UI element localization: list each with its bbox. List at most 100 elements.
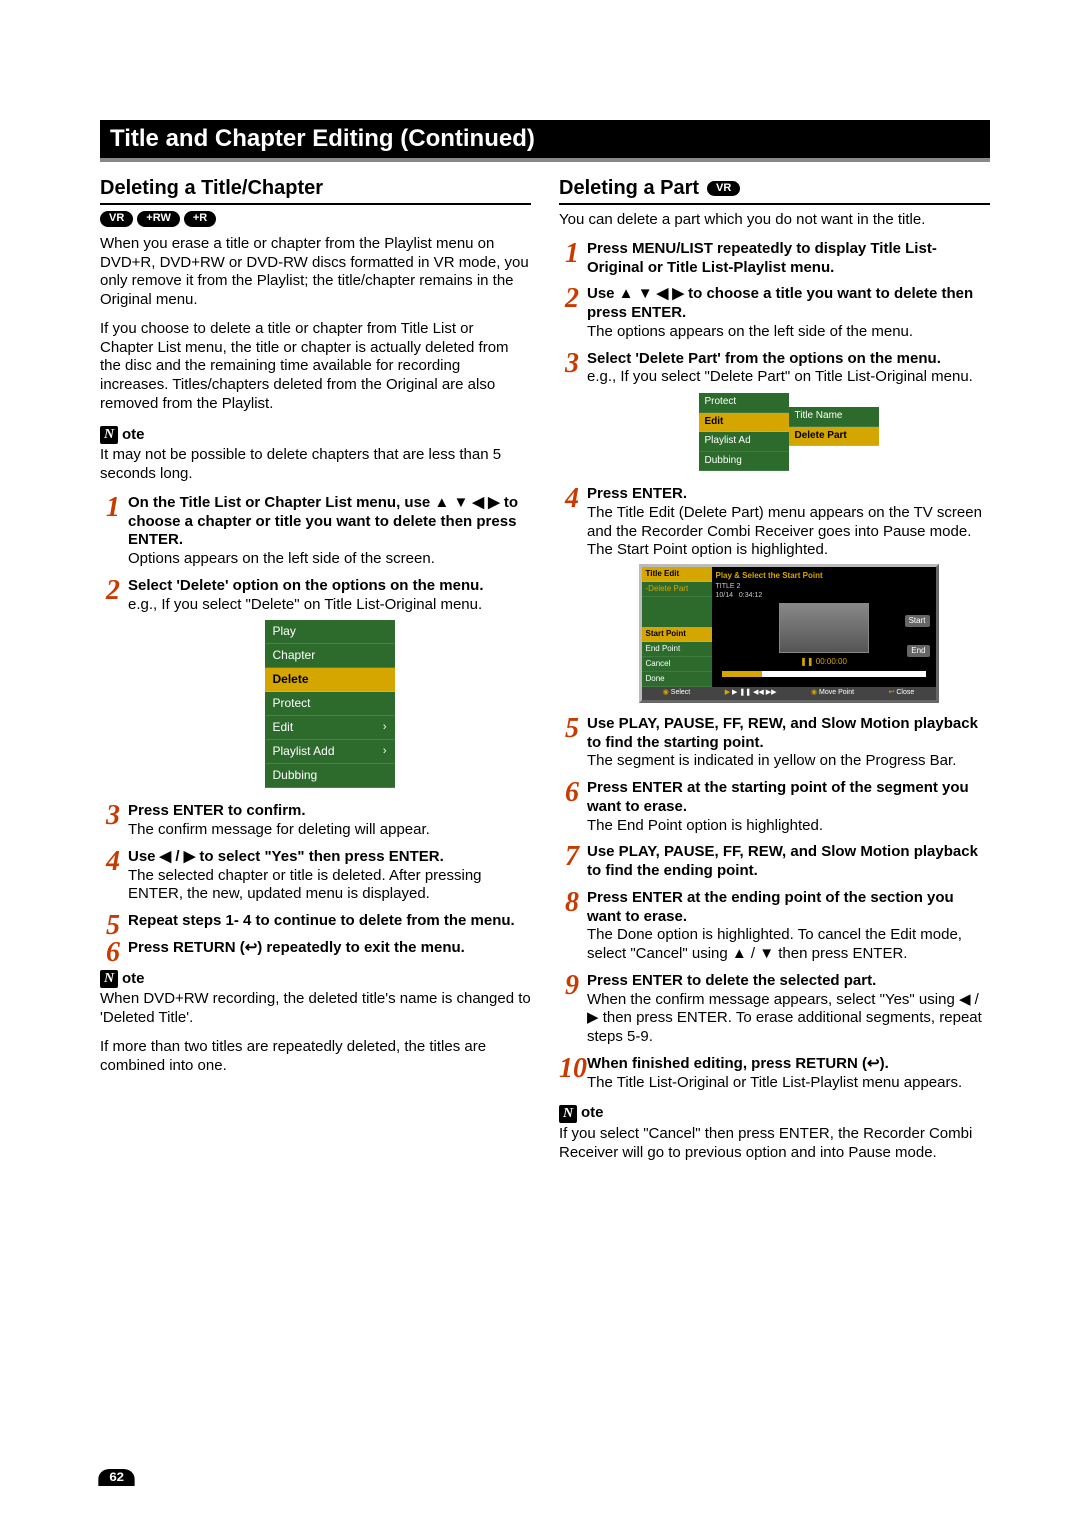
menu-item-chapter: Chapter: [265, 644, 395, 668]
note-label: ote: [581, 1104, 604, 1123]
pill-plusr: +R: [184, 211, 216, 227]
tv-thumbnail: [779, 603, 869, 653]
step-lead: Use PLAY, PAUSE, FF, REW, and Slow Motio…: [587, 843, 978, 879]
step-6: Press RETURN (↩) repeatedly to exit the …: [100, 939, 531, 958]
step-lead: Use ▲ ▼ ◀ ▶ to choose a title you want t…: [587, 285, 973, 321]
tv-date: 10/14: [716, 592, 734, 599]
step-lead: Press ENTER to confirm.: [128, 802, 306, 819]
step-lead: Use PLAY, PAUSE, FF, REW, and Slow Motio…: [587, 715, 978, 751]
step-body: e.g., If you select "Delete Part" on Tit…: [587, 368, 990, 387]
step-lead: Use ◀ / ▶ to select "Yes" then press ENT…: [128, 848, 444, 865]
step-body: When the confirm message appears, select…: [587, 991, 990, 1047]
section-heading-left: Deleting a Title/Chapter: [100, 176, 531, 205]
tv-end-label: End: [907, 645, 929, 657]
step-body: The Title Edit (Delete Part) menu appear…: [587, 504, 990, 560]
mini-menu-left: Protect Edit Playlist Ad Dubbing: [699, 393, 789, 471]
option-menu-graphic: Play Chapter Delete Protect Edit › Playl…: [265, 620, 395, 788]
step-r3: Select 'Delete Part' from the options on…: [559, 350, 990, 472]
step-lead: Press ENTER at the ending point of the s…: [587, 889, 954, 925]
tv-foot-close: Close: [889, 689, 915, 698]
intro-right: You can delete a part which you do not w…: [559, 211, 990, 230]
tv-foot-move: Move Point: [811, 689, 854, 698]
step-lead: Press ENTER to delete the selected part.: [587, 972, 876, 989]
menu-item-playlist-add: Playlist Add ›: [265, 740, 395, 764]
step-body: Options appears on the left side of the …: [128, 550, 531, 569]
step-3: Press ENTER to confirm. The confirm mess…: [100, 802, 531, 840]
tv-progress-bar: [722, 671, 926, 677]
note-heading-right: Note: [559, 1104, 990, 1123]
page-title: Title and Chapter Editing (Continued): [100, 120, 990, 162]
tv-side-sub: -Delete Part: [642, 582, 712, 597]
step-5: Repeat steps 1- 4 to continue to delete …: [100, 912, 531, 931]
tv-endpoint: End Point: [642, 642, 712, 657]
pill-vr: VR: [707, 181, 740, 197]
step-r6: Press ENTER at the starting point of the…: [559, 779, 990, 835]
mini-menu-right: Title Name Delete Part: [789, 407, 879, 471]
menu-item-playlistadd-label: Playlist Add: [273, 744, 335, 759]
note-icon: N: [559, 1105, 577, 1123]
steps-left: On the Title List or Chapter List menu, …: [100, 494, 531, 958]
chevron-right-icon: ›: [383, 721, 387, 735]
right-column: Deleting a Part VR You can delete a part…: [559, 176, 990, 1173]
tv-body: Title Edit -Delete Part Start Point End …: [642, 567, 936, 687]
menu-item-play: Play: [265, 620, 395, 644]
tv-done: Done: [642, 672, 712, 687]
step-lead: Press ENTER.: [587, 485, 687, 502]
section-heading-right: Deleting a Part VR: [559, 176, 990, 205]
step-lead: On the Title List or Chapter List menu, …: [128, 494, 518, 549]
note-heading-1: Note: [100, 426, 531, 445]
note-text-2a: When DVD+RW recording, the deleted title…: [100, 990, 531, 1028]
step-body: The Title List-Original or Title List-Pl…: [587, 1074, 990, 1093]
step-body: The Done option is highlighted. To cance…: [587, 926, 990, 964]
tv-cancel: Cancel: [642, 657, 712, 672]
menu-item-protect: Protect: [265, 692, 395, 716]
tv-foot-play: ▶ ❚❚ ◀◀ ▶▶: [725, 689, 777, 698]
step-r4: Press ENTER. The Title Edit (Delete Part…: [559, 485, 990, 703]
pill-plusrw: +RW: [137, 211, 180, 227]
tv-title2: TITLE 2: [716, 583, 741, 590]
tv-screen-graphic: Title Edit -Delete Part Start Point End …: [639, 564, 939, 703]
note-icon: N: [100, 426, 118, 444]
intro-paragraph-2: If you choose to delete a title or chapt…: [100, 320, 531, 414]
note-label: ote: [122, 426, 145, 445]
step-4: Use ◀ / ▶ to select "Yes" then press ENT…: [100, 848, 531, 904]
step-body: The options appears on the left side of …: [587, 323, 990, 342]
step-r8: Press ENTER at the ending point of the s…: [559, 889, 990, 964]
tv-main-top: Play & Select the Start Point: [716, 571, 932, 581]
menu-item-edit-label: Edit: [273, 720, 294, 735]
mini-protect: Protect: [699, 393, 789, 413]
note-icon: N: [100, 970, 118, 988]
tv-dur: 0:34:12: [739, 592, 762, 599]
menu-item-edit: Edit ›: [265, 716, 395, 740]
note-text-2b: If more than two titles are repeatedly d…: [100, 1038, 531, 1076]
pill-vr: VR: [100, 211, 133, 227]
tv-startpoint: Start Point: [642, 627, 712, 642]
tv-time: ❚❚ 00:00:00: [800, 657, 847, 667]
step-body: The confirm message for deleting will ap…: [128, 821, 531, 840]
page-number: 62: [98, 1469, 135, 1486]
step-lead: Select 'Delete' option on the options on…: [128, 577, 483, 594]
tv-side-menu: Title Edit -Delete Part Start Point End …: [642, 567, 712, 687]
step-r2: Use ▲ ▼ ◀ ▶ to choose a title you want t…: [559, 285, 990, 341]
mini-titlename: Title Name: [789, 407, 879, 427]
mini-menu-graphic: Protect Edit Playlist Ad Dubbing Title N…: [699, 393, 879, 471]
intro-paragraph-1: When you erase a title or chapter from t…: [100, 235, 531, 310]
heading-text: Deleting a Part: [559, 176, 699, 201]
step-r5: Use PLAY, PAUSE, FF, REW, and Slow Motio…: [559, 715, 990, 771]
step-lead: Press MENU/LIST repeatedly to display Ti…: [587, 240, 937, 276]
tv-side-head: Title Edit: [642, 567, 712, 582]
menu-item-dubbing: Dubbing: [265, 764, 395, 788]
mini-dubbing: Dubbing: [699, 452, 789, 472]
tv-foot-select: Select: [663, 689, 691, 698]
step-r1: Press MENU/LIST repeatedly to display Ti…: [559, 240, 990, 278]
note-text-1: It may not be possible to delete chapter…: [100, 446, 531, 484]
step-r7: Use PLAY, PAUSE, FF, REW, and Slow Motio…: [559, 843, 990, 881]
step-lead: Repeat steps 1- 4 to continue to delete …: [128, 912, 515, 929]
step-body: e.g., If you select "Delete" on Title Li…: [128, 596, 531, 615]
step-body: The selected chapter or title is deleted…: [128, 867, 531, 905]
step-1: On the Title List or Chapter List menu, …: [100, 494, 531, 569]
mini-playlistad: Playlist Ad: [699, 432, 789, 452]
mini-deletepart: Delete Part: [789, 427, 879, 447]
left-column: Deleting a Title/Chapter VR +RW +R When …: [100, 176, 531, 1173]
step-lead: Select 'Delete Part' from the options on…: [587, 350, 941, 367]
